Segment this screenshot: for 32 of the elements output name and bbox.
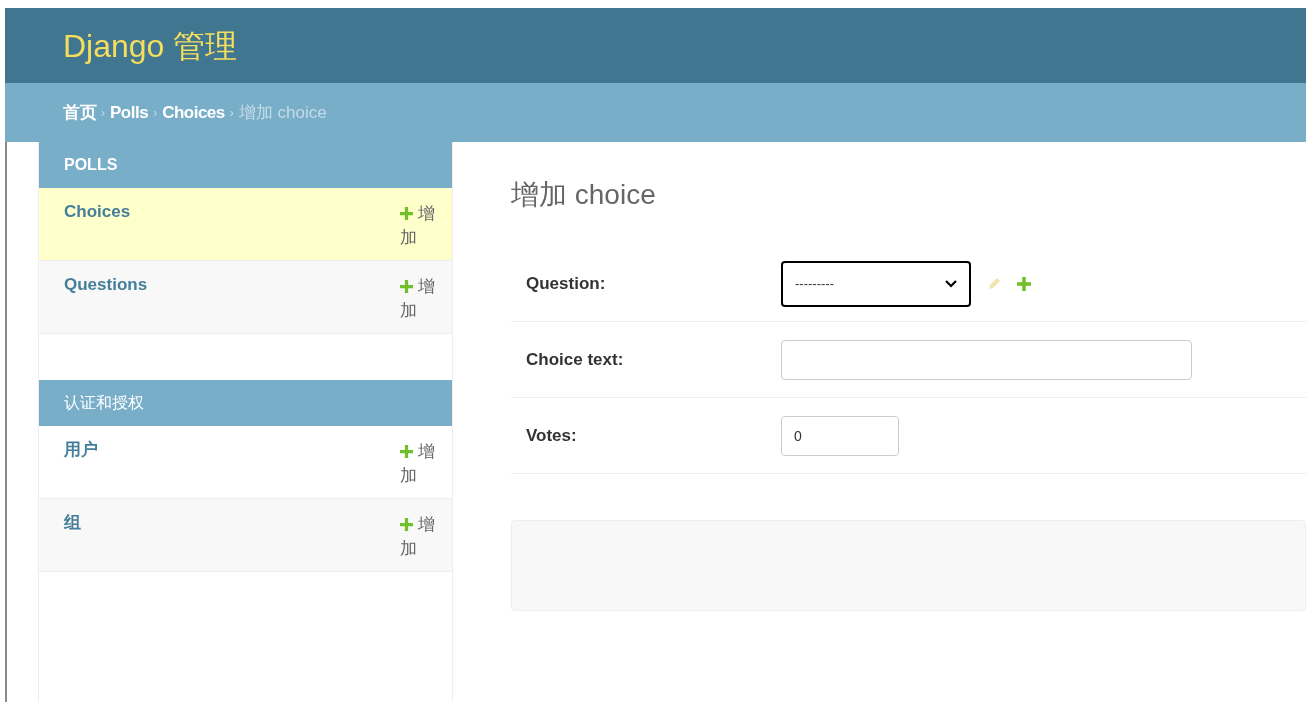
field-label: Choice text: <box>526 348 625 371</box>
votes-field[interactable]: 0 <box>781 415 899 456</box>
field-label: Votes: <box>526 424 578 447</box>
field-label: Question: <box>526 272 607 295</box>
plus-icon <box>1017 276 1031 291</box>
model-link[interactable]: 用户 <box>64 440 98 498</box>
add-link[interactable]: 增加 <box>400 202 442 250</box>
model-link[interactable]: 组 <box>64 513 81 571</box>
breadcrumb-current: 增加 choice <box>238 101 327 124</box>
breadcrumb-link[interactable]: Polls <box>110 99 149 126</box>
plus-icon <box>400 445 413 458</box>
breadcrumb-link[interactable]: Choices <box>162 99 225 126</box>
plus-icon <box>400 518 413 531</box>
page-title: 增加 choice <box>511 178 657 212</box>
model-link[interactable]: Questions <box>64 275 148 333</box>
site-title[interactable]: Django 管理 <box>63 21 238 70</box>
breadcrumb-separator: › <box>101 104 105 122</box>
section-caption[interactable]: POLLS <box>39 142 452 188</box>
add-link[interactable]: 增加 <box>400 513 442 561</box>
section-caption[interactable]: 认证和授权 <box>39 380 452 426</box>
question-select[interactable]: --------- <box>781 260 971 307</box>
plus-icon <box>400 207 413 220</box>
model-link[interactable]: Choices <box>64 202 131 260</box>
plus-icon <box>400 280 413 293</box>
choice-text-field[interactable] <box>781 339 1192 380</box>
breadcrumb-link[interactable]: 首页 <box>63 99 96 126</box>
add-link[interactable]: 增加 <box>400 275 442 323</box>
breadcrumb-separator: › <box>153 104 158 122</box>
breadcrumb-separator: › <box>229 104 234 122</box>
pencil-icon[interactable] <box>987 276 1001 291</box>
add-link[interactable]: 增加 <box>400 440 442 488</box>
chevron-icon <box>945 279 957 288</box>
